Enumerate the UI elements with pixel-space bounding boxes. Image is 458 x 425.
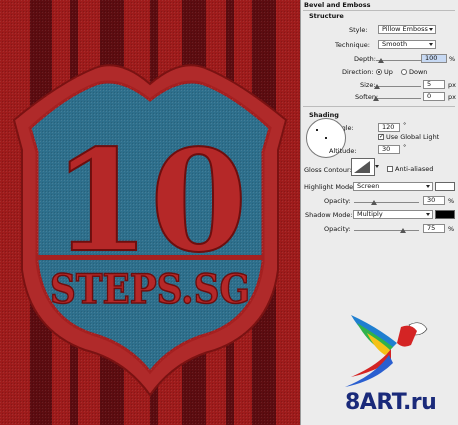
- highlight-mode-label: Highlight Mode:: [304, 183, 356, 191]
- style-label: Style:: [349, 26, 368, 34]
- panel-title: Bevel and Emboss: [304, 1, 371, 9]
- anti-aliased-label: Anti-aliased: [395, 165, 434, 173]
- angle-input[interactable]: 120: [378, 123, 400, 132]
- style-select-value: Pillow Emboss: [382, 25, 428, 33]
- chevron-down-icon: [426, 185, 430, 188]
- shadow-opacity-input[interactable]: 75: [423, 224, 445, 233]
- highlight-opacity-input[interactable]: 30: [423, 196, 445, 205]
- shadow-mode-label: Shadow Mode:: [305, 211, 353, 219]
- altitude-input[interactable]: 30: [378, 145, 400, 154]
- technique-select-value: Smooth: [382, 40, 408, 48]
- chevron-down-icon: [429, 43, 433, 46]
- shadow-mode-value: Multiply: [357, 210, 383, 218]
- highlight-opacity-thumb[interactable]: [370, 200, 377, 205]
- shadow-mode-select[interactable]: Multiply: [353, 210, 433, 219]
- shadow-opacity-thumb[interactable]: [399, 228, 406, 233]
- chevron-down-icon[interactable]: [375, 165, 379, 168]
- highlight-mode-value: Screen: [357, 182, 380, 190]
- shadow-color-swatch[interactable]: [435, 210, 455, 219]
- direction-label: Direction:: [342, 68, 374, 76]
- shadow-opacity-unit: %: [448, 225, 455, 233]
- depth-slider-thumb[interactable]: [377, 58, 384, 63]
- layer-style-panel: Bevel and Emboss Structure Style: Pillow…: [300, 0, 458, 425]
- highlight-opacity-unit: %: [448, 197, 455, 205]
- dial-handle[interactable]: [316, 129, 318, 131]
- chevron-down-icon: [429, 28, 433, 31]
- size-slider-thumb[interactable]: [373, 84, 380, 89]
- shadow-opacity-label: Opacity:: [324, 225, 351, 233]
- gloss-contour-label: Gloss Contour:: [304, 166, 352, 174]
- technique-label: Technique:: [335, 41, 370, 49]
- size-unit: px: [448, 81, 456, 89]
- parrot-icon: [345, 315, 428, 387]
- dial-center: [325, 137, 327, 139]
- depth-unit: %: [449, 55, 456, 63]
- artwork-canvas: 10 STEPS.SG: [0, 0, 300, 425]
- highlight-opacity-label: Opacity:: [324, 197, 351, 205]
- size-slider-track[interactable]: [376, 86, 421, 87]
- soften-slider-track[interactable]: [376, 98, 421, 99]
- shadow-opacity-track[interactable]: [354, 230, 419, 231]
- anti-aliased-checkbox[interactable]: [387, 166, 393, 172]
- size-input[interactable]: 5: [423, 80, 445, 89]
- shield-number: 10: [53, 120, 248, 284]
- structure-heading: Structure: [309, 12, 344, 20]
- direction-up-radio[interactable]: [376, 69, 382, 75]
- direction-down-radio[interactable]: [401, 69, 407, 75]
- highlight-mode-select[interactable]: Screen: [353, 182, 433, 191]
- soften-input[interactable]: 0: [423, 92, 445, 101]
- global-light-label: Use Global Light: [386, 133, 440, 141]
- style-select[interactable]: Pillow Emboss: [378, 25, 436, 34]
- soften-unit: px: [448, 93, 456, 101]
- depth-input[interactable]: 100: [421, 54, 447, 63]
- watermark-text: 8ART.ru: [345, 390, 437, 415]
- section-divider: [303, 106, 455, 107]
- artwork-svg: 10 STEPS.SG: [0, 0, 300, 425]
- chevron-down-icon: [426, 213, 430, 216]
- shield-text: STEPS.SG: [50, 266, 250, 313]
- depth-label: Depth:: [354, 55, 376, 63]
- title-divider: [303, 10, 455, 11]
- altitude-label: Altitude:: [329, 147, 357, 155]
- highlight-opacity-track[interactable]: [354, 202, 419, 203]
- gloss-contour-picker[interactable]: [351, 158, 375, 176]
- altitude-unit: °: [403, 143, 407, 151]
- highlight-color-swatch[interactable]: [435, 182, 455, 191]
- direction-down-label: Down: [409, 68, 428, 76]
- technique-select[interactable]: Smooth: [378, 40, 436, 49]
- angle-unit: °: [403, 121, 407, 129]
- global-light-checkbox[interactable]: ✓: [378, 134, 384, 140]
- contour-curve-icon: [354, 161, 370, 173]
- soften-slider-thumb[interactable]: [373, 96, 379, 101]
- direction-up-label: Up: [384, 68, 393, 76]
